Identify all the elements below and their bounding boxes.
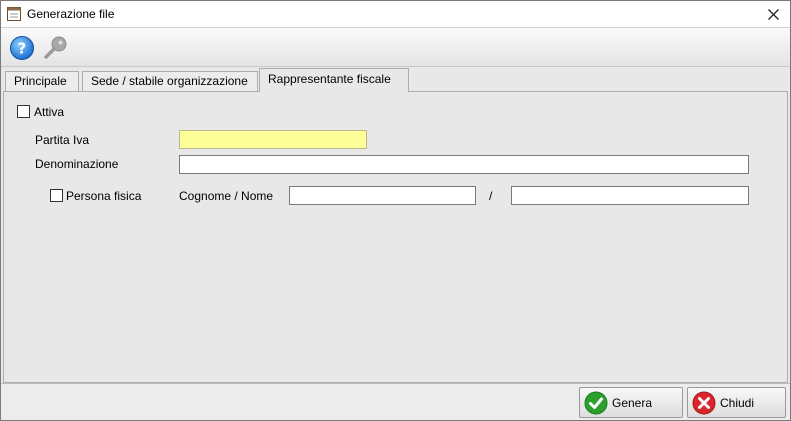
- cognome-nome-separator: /: [489, 189, 493, 203]
- window-title: Generazione file: [27, 7, 115, 21]
- persona-fisica-label: Persona fisica: [66, 189, 142, 203]
- dialog-window: Generazione file ? Principale Sede / sta…: [0, 0, 791, 421]
- genera-button[interactable]: Genera: [579, 387, 683, 418]
- genera-label: Genera: [612, 395, 653, 410]
- toolbar: ?: [1, 28, 790, 67]
- chiudi-button[interactable]: Chiudi: [687, 387, 786, 418]
- svg-text:?: ?: [18, 40, 27, 58]
- check-icon: [584, 391, 608, 414]
- denominazione-input[interactable]: [179, 155, 749, 174]
- tab-rappresentante-fiscale[interactable]: Rappresentante fiscale: [259, 68, 409, 92]
- tab-strip: Principale Sede / stabile organizzazione…: [1, 68, 790, 92]
- persona-fisica-checkbox[interactable]: [50, 189, 63, 202]
- help-icon[interactable]: ?: [9, 35, 35, 61]
- key-icon[interactable]: [43, 35, 69, 61]
- cancel-icon: [692, 391, 716, 414]
- tab-panel: Attiva Partita Iva Denominazione Persona…: [3, 91, 788, 383]
- partita-iva-input[interactable]: [179, 130, 367, 149]
- cognome-nome-label: Cognome / Nome: [179, 189, 274, 203]
- denominazione-label: Denominazione: [35, 157, 119, 171]
- partita-iva-label: Partita Iva: [35, 133, 90, 147]
- window-icon: [7, 7, 21, 21]
- close-window-button[interactable]: [756, 1, 790, 27]
- close-icon: [767, 8, 779, 20]
- attiva-checkbox[interactable]: [17, 105, 30, 118]
- title-bar: Generazione file: [1, 1, 790, 28]
- tab-principale[interactable]: Principale: [5, 71, 79, 92]
- tab-sede-stabile-organizzazione[interactable]: Sede / stabile organizzazione: [82, 71, 258, 92]
- attiva-label: Attiva: [34, 105, 65, 119]
- button-bar: Genera Chiudi: [1, 383, 790, 420]
- chiudi-label: Chiudi: [720, 395, 755, 410]
- cognome-input[interactable]: [289, 186, 476, 205]
- nome-input[interactable]: [511, 186, 749, 205]
